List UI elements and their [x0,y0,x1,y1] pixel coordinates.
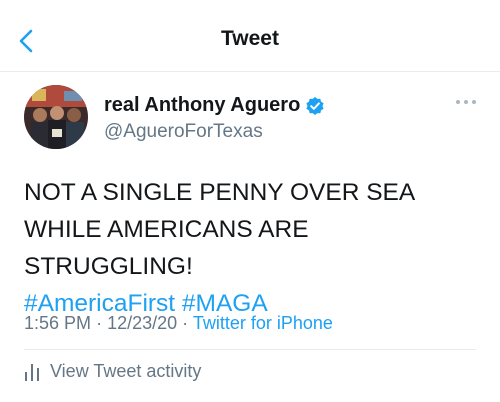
page-title: Tweet [221,27,279,50]
tweet-text-line: NOT A SINGLE PENNY OVER SEA [24,179,416,206]
tweet-time[interactable]: 1:56 PM [24,313,91,333]
divider [24,349,476,350]
verified-badge-icon [306,96,324,115]
tweet-text-line: WHILE AMERICANS ARE STRUGGLING! [24,216,309,280]
tweet-date[interactable]: 12/23/20 [107,313,177,333]
more-dots-icon[interactable] [455,98,477,106]
user-handle[interactable]: @AgueroForTexas [104,121,263,143]
meta-separator: · [96,313,103,333]
top-nav-bar: Tweet [0,0,500,72]
meta-separator: · [182,313,189,333]
tweet-metadata: 1:56 PM · 12/23/20 · Twitter for iPhone [24,313,333,334]
tweet-text: NOT A SINGLE PENNY OVER SEA WHILE AMERIC… [24,174,484,322]
display-name[interactable]: real Anthony Aguero [104,94,300,117]
tweet-source-link[interactable]: Twitter for iPhone [193,313,333,333]
avatar-photo [24,85,88,149]
view-tweet-activity-label: View Tweet activity [50,361,202,381]
view-tweet-activity-button[interactable]: View Tweet activity [24,361,201,382]
bar-chart-icon [25,363,39,381]
author-name-row[interactable]: real Anthony Aguero [104,94,325,117]
avatar[interactable] [24,85,88,149]
